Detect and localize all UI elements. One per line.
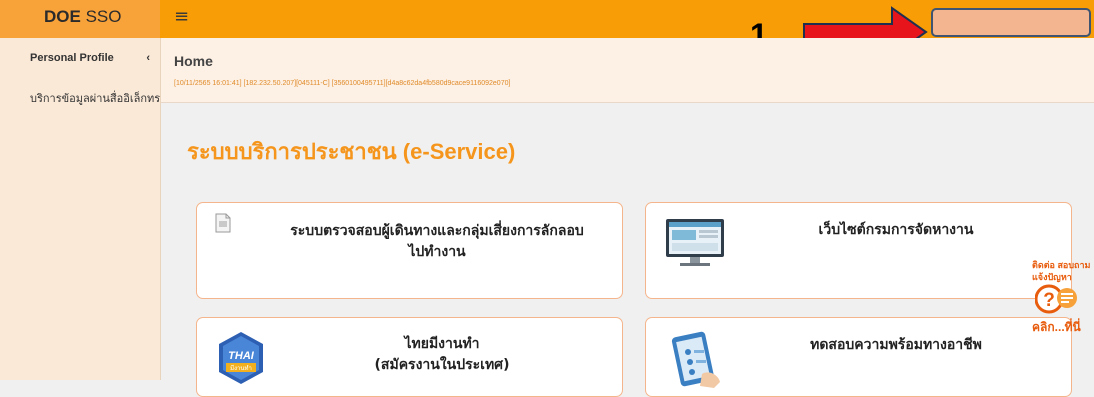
card-doe-website[interactable]: เว็บไซต์กรมการจัดหางาน — [645, 202, 1072, 299]
question-chat-icon: ? — [1035, 284, 1077, 314]
brand-name: DOE SSO — [44, 7, 122, 26]
card-label: ระบบตรวจสอบผู้เดินทางและกลุ่มเสี่ยงการลั… — [290, 223, 584, 260]
sidebar-item-personal-profile[interactable]: Personal Profile ‹ — [30, 52, 156, 64]
svg-text:?: ? — [1043, 290, 1055, 311]
main-content: ระบบบริการประชาชน (e-Service) ระบบตรวจสอ… — [161, 103, 1094, 397]
card-label: ไทยมีงานทำ (สมัครงานในประเทศ) — [374, 336, 510, 373]
card-career-readiness-test[interactable]: ทดสอบความพร้อมทางอาชีพ — [645, 317, 1072, 397]
card-label: ทดสอบความพร้อมทางอาชีพ — [810, 337, 982, 353]
svg-text:มีงานทำ: มีงานทำ — [230, 364, 252, 372]
page-header: Home [10/11/2565 16:01:41] [182.232.50.2… — [161, 38, 1094, 103]
help-widget[interactable]: ติดต่อ สอบถาม แจ้งปัญหา ? คลิก...ที่นี่ — [1032, 258, 1094, 344]
card-traveler-check[interactable]: ระบบตรวจสอบผู้เดินทางและกลุ่มเสี่ยงการลั… — [196, 202, 623, 299]
svg-text:THAI: THAI — [228, 350, 255, 362]
sidebar-item-electronic-services[interactable]: บริการข้อมูลผ่านสื่ออิเล็กทรอนิก — [30, 89, 164, 107]
card-thai-job[interactable]: THAI มีงานทำ ไทยมีงานทำ (สมัครงานในประเท… — [196, 317, 623, 397]
sidebar: Personal Profile ‹ บริการข้อมูลผ่านสื่ออ… — [0, 38, 164, 380]
document-icon — [215, 213, 231, 233]
user-profile-button[interactable] — [931, 8, 1091, 37]
monitor-icon — [666, 219, 724, 266]
card-label: เว็บไซต์กรมการจัดหางาน — [818, 222, 974, 238]
sidebar-item-label: Personal Profile — [30, 52, 114, 64]
page-title: Home — [174, 53, 213, 69]
hamburger-icon[interactable]: ≡ — [174, 6, 189, 27]
sidebar-item-label: บริการข้อมูลผ่านสื่ออิเล็กทรอนิก — [30, 93, 164, 105]
help-click-label: คลิก...ที่นี่ — [1032, 320, 1081, 334]
session-info: [10/11/2565 16:01:41] [182.232.50.207][0… — [174, 80, 511, 87]
section-title: ระบบบริการประชาชน (e-Service) — [187, 139, 516, 164]
chevron-left-icon: ‹ — [146, 52, 150, 64]
tablet-icon — [671, 331, 720, 388]
top-bar: DOE SSO ≡ — [0, 0, 1094, 38]
brand[interactable]: DOE SSO — [0, 0, 160, 38]
thai-job-logo: THAI มีงานทำ — [219, 332, 263, 384]
